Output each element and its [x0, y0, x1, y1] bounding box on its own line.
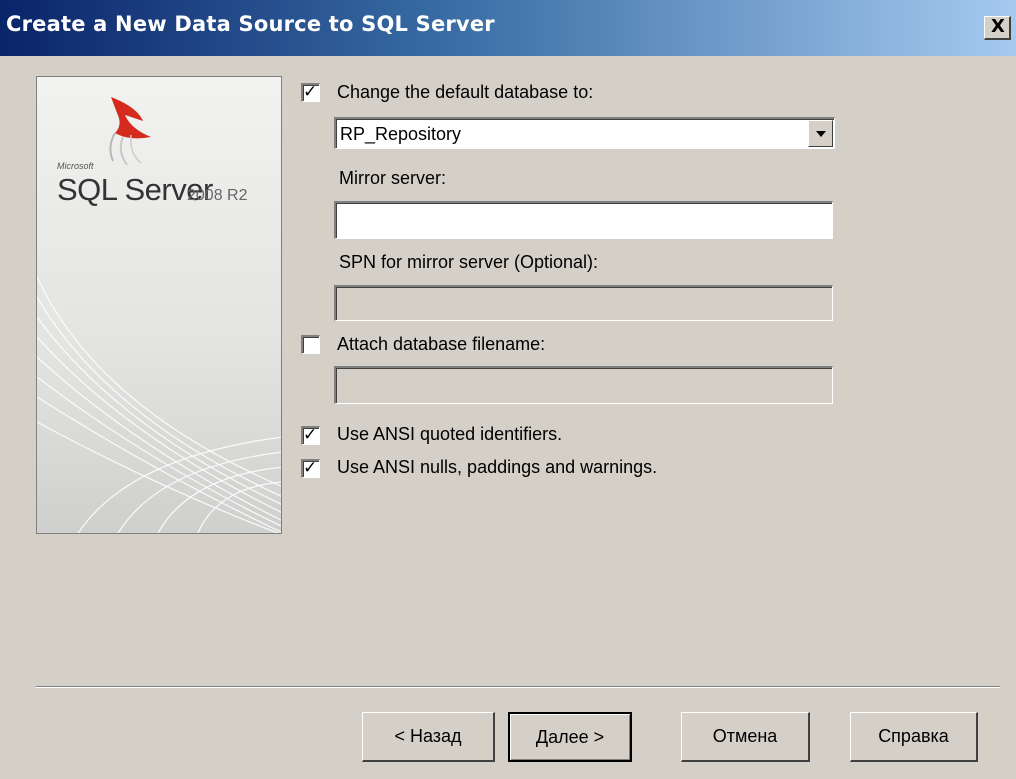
close-button[interactable]: X	[984, 16, 1011, 40]
chevron-down-icon[interactable]	[808, 120, 833, 147]
default-db-combobox[interactable]: RP_Repository	[334, 117, 835, 149]
back-button[interactable]: < Назад	[362, 712, 495, 762]
mirror-server-input[interactable]	[334, 201, 833, 239]
spn-mirror-label: SPN for mirror server (Optional):	[339, 252, 599, 272]
attach-db-label[interactable]: Attach database filename:	[337, 334, 545, 355]
ansi-quoted-checkbox[interactable]: ✓	[301, 425, 320, 445]
sql-server-logo-icon	[37, 97, 281, 533]
attach-db-filename-input[interactable]	[334, 366, 833, 404]
check-icon: ✓	[303, 458, 318, 477]
help-button[interactable]: Справка	[850, 712, 978, 762]
change-default-db-label[interactable]: Change the default database to:	[337, 82, 593, 103]
ansi-nulls-label[interactable]: Use ANSI nulls, paddings and warnings.	[337, 457, 657, 478]
brand-panel: Microsoft SQL Server 2008 R2	[36, 76, 282, 534]
check-icon: ✓	[303, 425, 318, 444]
title-bar[interactable]: Create a New Data Source to SQL Server X	[0, 0, 1016, 56]
brand-microsoft: Microsoft	[57, 161, 94, 171]
ansi-quoted-label[interactable]: Use ANSI quoted identifiers.	[337, 424, 562, 445]
change-default-db-checkbox[interactable]: ✓	[301, 82, 320, 102]
close-icon: X	[991, 16, 1005, 37]
cancel-button[interactable]: Отмена	[681, 712, 810, 762]
next-button[interactable]: Далее >	[508, 712, 632, 762]
odbc-dialog: Create a New Data Source to SQL Server X	[0, 0, 1016, 779]
mirror-server-label: Mirror server:	[339, 168, 446, 188]
check-icon: ✓	[303, 82, 318, 101]
attach-db-checkbox[interactable]	[301, 335, 320, 354]
brand-version: 2008 R2	[187, 187, 248, 204]
window-title: Create a New Data Source to SQL Server	[6, 12, 495, 36]
default-db-value: RP_Repository	[340, 124, 462, 144]
ansi-nulls-checkbox[interactable]: ✓	[301, 458, 320, 478]
button-divider	[36, 686, 1000, 688]
spn-mirror-input[interactable]	[334, 285, 833, 321]
